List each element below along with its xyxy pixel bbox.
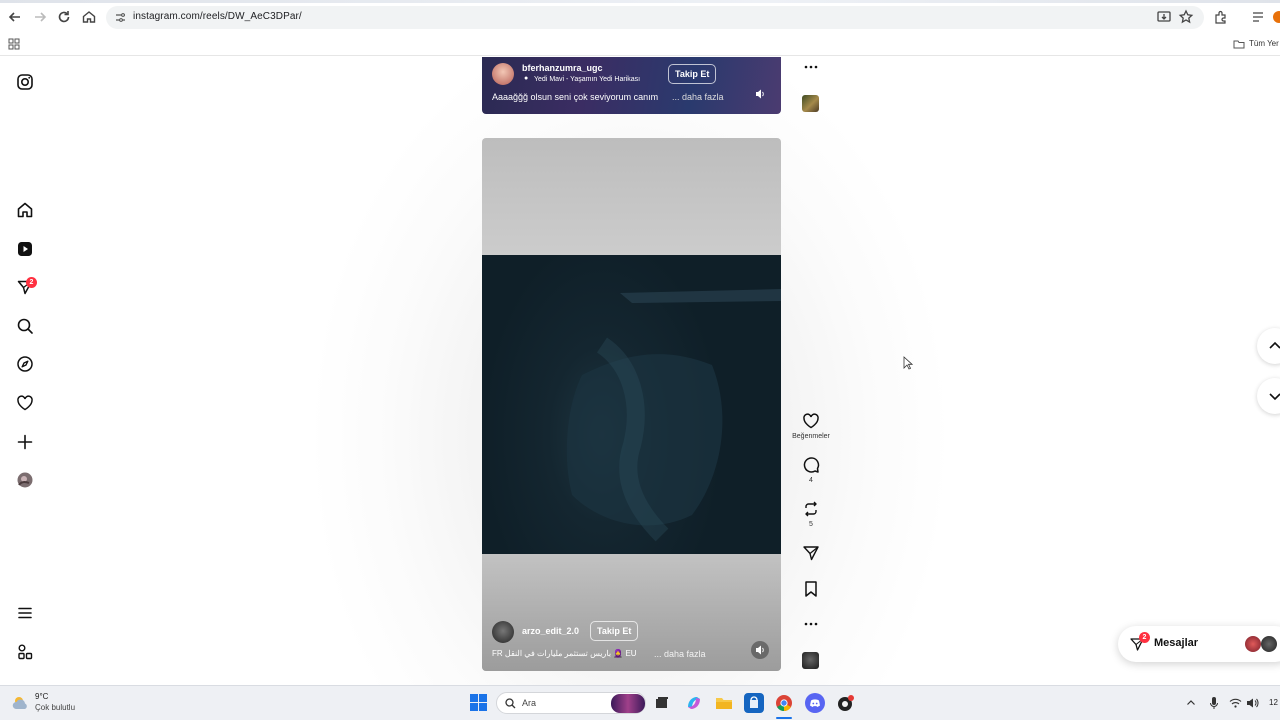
next-reel-button[interactable] xyxy=(1257,378,1280,414)
reel-card-current[interactable]: arzo_edit_2.0 Takip Et FR باريس تستثمر م… xyxy=(482,138,781,671)
reel-username[interactable]: arzo_edit_2.0 xyxy=(522,626,579,636)
apps-grid-icon[interactable] xyxy=(8,38,20,50)
windows-taskbar: 9°C Çok bulutlu Ara 12 xyxy=(0,685,1280,720)
site-info-icon[interactable] xyxy=(115,12,126,23)
reels-icon[interactable] xyxy=(16,240,34,258)
audio-thumbnail[interactable] xyxy=(802,95,819,112)
like-heart-icon[interactable] xyxy=(801,411,821,431)
explore-icon[interactable] xyxy=(16,355,34,373)
sound-icon[interactable] xyxy=(751,85,769,103)
messages-badge: 2 xyxy=(1139,632,1150,643)
folder-icon xyxy=(1233,38,1245,50)
search-highlight-image xyxy=(611,694,645,713)
likes-label: Beğenmeler xyxy=(792,433,830,440)
comment-icon[interactable] xyxy=(801,455,821,475)
store-icon[interactable] xyxy=(744,693,764,713)
follow-button[interactable]: Takip Et xyxy=(590,621,639,641)
profile-avatar[interactable] xyxy=(1273,11,1280,23)
taskbar-clock[interactable]: 12 xyxy=(1269,698,1278,707)
conversation-avatar xyxy=(1261,636,1277,652)
reel-caption: FR باريس تستثمر مليارات في النقل 🧕 EU xyxy=(492,649,637,658)
sound-icon[interactable] xyxy=(751,641,769,659)
messages-button[interactable]: 2 Mesajlar xyxy=(1118,626,1280,662)
taskbar-search[interactable]: Ara xyxy=(496,692,646,714)
reading-list-icon[interactable] xyxy=(1250,9,1266,25)
save-bookmark-icon[interactable] xyxy=(801,579,821,599)
back-icon[interactable] xyxy=(7,9,23,25)
extensions-icon[interactable] xyxy=(1213,9,1229,25)
reel-card-previous[interactable]: bferhanzumra_ugc ● Yedi Mavi - Yaşamın Y… xyxy=(482,57,781,114)
bookmarks-bar: Tüm Yer xyxy=(0,34,1280,56)
app-icon[interactable] xyxy=(836,693,856,713)
windows-start-icon[interactable] xyxy=(470,694,487,711)
active-app-indicator xyxy=(776,717,792,719)
install-app-icon[interactable] xyxy=(1156,9,1172,25)
notifications-heart-icon[interactable] xyxy=(16,394,34,412)
create-icon[interactable] xyxy=(16,433,34,451)
wifi-icon[interactable] xyxy=(1229,697,1242,709)
weather-temperature[interactable]: 9°C xyxy=(35,692,48,701)
reposts-count: 5 xyxy=(809,521,813,528)
all-bookmarks-label[interactable]: Tüm Yer xyxy=(1249,39,1279,48)
file-explorer-icon[interactable] xyxy=(714,693,734,713)
tab-strip xyxy=(0,0,1280,3)
reload-icon[interactable] xyxy=(56,9,72,25)
comments-count: 4 xyxy=(809,477,813,484)
reel-caption: Aaaağğğ olsun seni çok seviyorum canım xyxy=(492,92,659,102)
messages-label: Mesajlar xyxy=(1154,637,1199,649)
repost-icon[interactable] xyxy=(801,499,821,519)
notification-badge: 2 xyxy=(26,277,37,288)
also-from-meta-icon[interactable] xyxy=(16,643,34,661)
location-pin-icon: ● xyxy=(524,75,529,82)
mouse-cursor-icon xyxy=(903,356,913,370)
show-hidden-icons-chevron-icon[interactable] xyxy=(1186,698,1196,708)
more-caption-link[interactable]: ... daha fazla xyxy=(672,92,724,102)
task-view-icon[interactable] xyxy=(652,693,672,713)
reel-username[interactable]: bferhanzumra_ugc xyxy=(522,63,603,73)
conversation-avatar xyxy=(1245,636,1261,652)
forward-icon[interactable] xyxy=(32,9,48,25)
profile-avatar-icon[interactable] xyxy=(16,471,34,489)
more-caption-link[interactable]: ... daha fazla xyxy=(654,649,706,659)
home-icon[interactable] xyxy=(81,9,97,25)
chrome-icon[interactable] xyxy=(774,693,794,713)
reel-author-avatar[interactable] xyxy=(492,63,514,85)
url-text: instagram.com/reels/DW_AeC3DPar/ xyxy=(133,11,302,22)
reel-location[interactable]: Yedi Mavi - Yaşamın Yedi Harikası xyxy=(534,76,640,83)
reel-author-avatar[interactable] xyxy=(492,621,514,643)
more-options-icon[interactable] xyxy=(801,614,821,634)
audio-thumbnail[interactable] xyxy=(802,652,819,669)
search-icon[interactable] xyxy=(16,317,34,335)
more-menu-icon[interactable] xyxy=(16,604,34,622)
instagram-logo-icon[interactable] xyxy=(16,73,34,91)
more-options-icon[interactable] xyxy=(801,57,821,77)
share-icon[interactable] xyxy=(801,543,821,563)
reel-video[interactable] xyxy=(482,255,781,554)
discord-icon[interactable] xyxy=(805,693,825,713)
weather-description[interactable]: Çok bulutlu xyxy=(35,703,75,712)
copilot-icon[interactable] xyxy=(684,693,704,713)
follow-button[interactable]: Takip Et xyxy=(668,64,717,84)
address-bar[interactable]: instagram.com/reels/DW_AeC3DPar/ xyxy=(106,6,1204,29)
bookmark-star-icon[interactable] xyxy=(1178,9,1194,25)
browser-toolbar: instagram.com/reels/DW_AeC3DPar/ xyxy=(0,0,1280,34)
search-icon xyxy=(505,698,516,709)
microphone-icon[interactable] xyxy=(1209,696,1219,710)
search-placeholder: Ara xyxy=(522,698,537,708)
home-icon[interactable] xyxy=(16,201,34,219)
weather-cloud-icon[interactable] xyxy=(11,694,31,712)
previous-reel-button[interactable] xyxy=(1257,328,1280,364)
volume-icon[interactable] xyxy=(1246,697,1259,709)
